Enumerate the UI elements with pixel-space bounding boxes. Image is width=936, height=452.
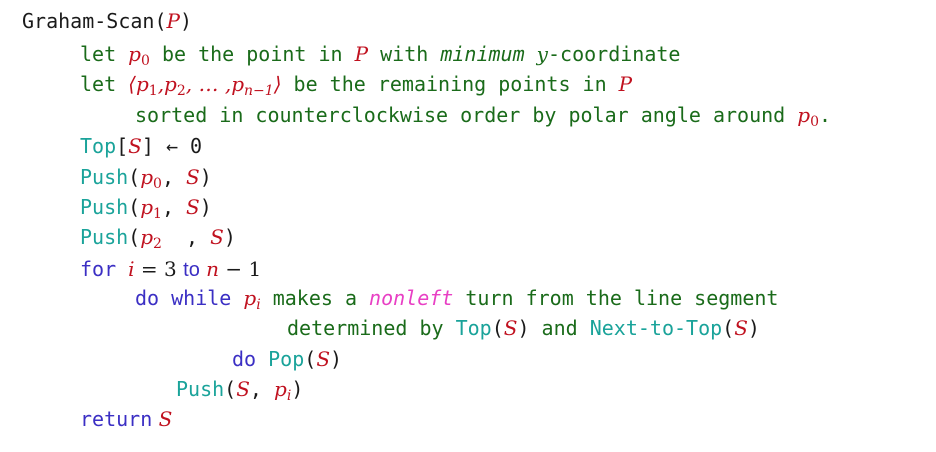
line-push-pi: Push(S, pi) xyxy=(176,377,304,404)
line-return: return S xyxy=(80,407,173,431)
line-top-init: Top[S] ← 0 xyxy=(80,134,203,158)
line-let-sequence: let ⟨p1,p2, … ,pn−1⟩ be the remaining po… xyxy=(80,72,633,99)
line-let-p0: let p0 be the point in P with minimum y-… xyxy=(80,42,681,69)
line-determined-by: determined by Top(S) and Next-to-Top(S) xyxy=(287,316,760,340)
line-push-p0: Push(p0, S) xyxy=(80,165,212,192)
line-push-p1: Push(p1, S) xyxy=(80,195,212,222)
line-push-p2: Push(p2 , S) xyxy=(80,225,236,252)
function-name: Graham-Scan xyxy=(22,9,155,33)
pseudocode-block: Graham-Scan(P) let p0 be the point in P … xyxy=(0,0,936,452)
line-do-pop: do Pop(S) xyxy=(232,347,343,371)
line-sorted: sorted in counterclockwise order by pola… xyxy=(135,103,832,130)
function-param: P xyxy=(166,9,180,33)
function-header: Graham-Scan(P) xyxy=(22,9,193,33)
line-do-while: do while pi makes a nonleft turn from th… xyxy=(135,286,779,313)
line-for-loop: for i = 3 to n − 1 xyxy=(80,257,262,281)
